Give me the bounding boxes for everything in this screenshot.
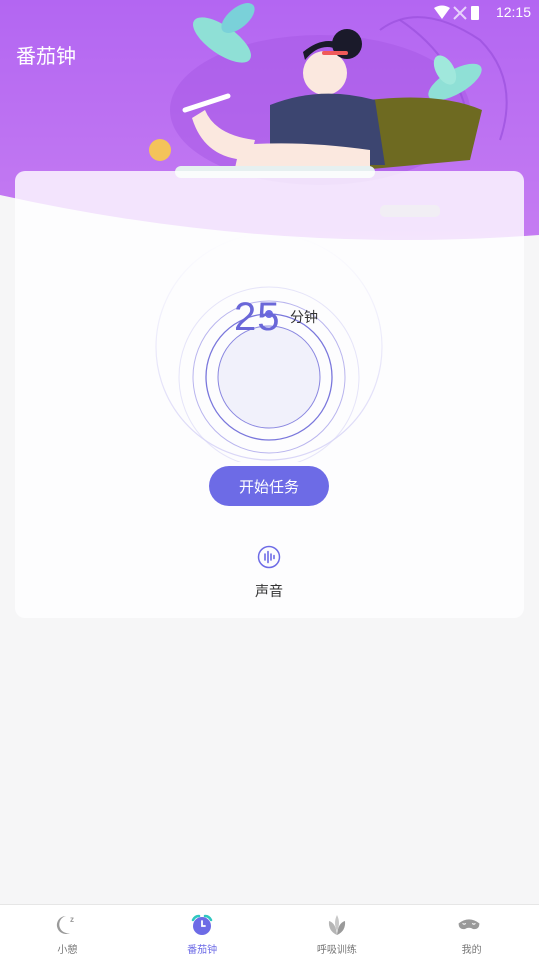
bottom-tab-bar: z 小憩 番茄钟 呼吸训练 我的 (0, 904, 539, 961)
leaf-icon (328, 915, 345, 935)
tab-pomodoro[interactable]: 番茄钟 (135, 905, 270, 961)
sound-icon[interactable] (257, 545, 281, 569)
svg-text:z: z (70, 915, 74, 924)
timer-dial (155, 233, 383, 462)
tab-label: 呼吸训练 (316, 945, 357, 956)
tab-profile[interactable]: 我的 (404, 905, 539, 961)
moon-icon: z (57, 915, 74, 934)
timer-unit: 分钟 (290, 310, 318, 326)
timer-value: 25 (234, 295, 281, 339)
status-bar: 12:15 (0, 0, 539, 26)
tab-nap[interactable]: z 小憩 (0, 905, 135, 961)
tab-label: 番茄钟 (187, 945, 218, 956)
alarm-clock-icon (191, 914, 213, 935)
timer-card: 25 分钟 开始任务 声音 (15, 171, 524, 618)
tab-breathing[interactable]: 呼吸训练 (270, 905, 405, 961)
status-time: 12:15 (495, 4, 531, 20)
page-title: 番茄钟 (16, 44, 76, 68)
start-task-button[interactable]: 开始任务 (209, 466, 329, 506)
sound-label: 声音 (255, 584, 283, 600)
sleep-mask-icon (458, 919, 480, 930)
tab-label: 我的 (461, 945, 482, 956)
tab-label: 小憩 (57, 945, 78, 956)
status-icons (433, 5, 481, 25)
